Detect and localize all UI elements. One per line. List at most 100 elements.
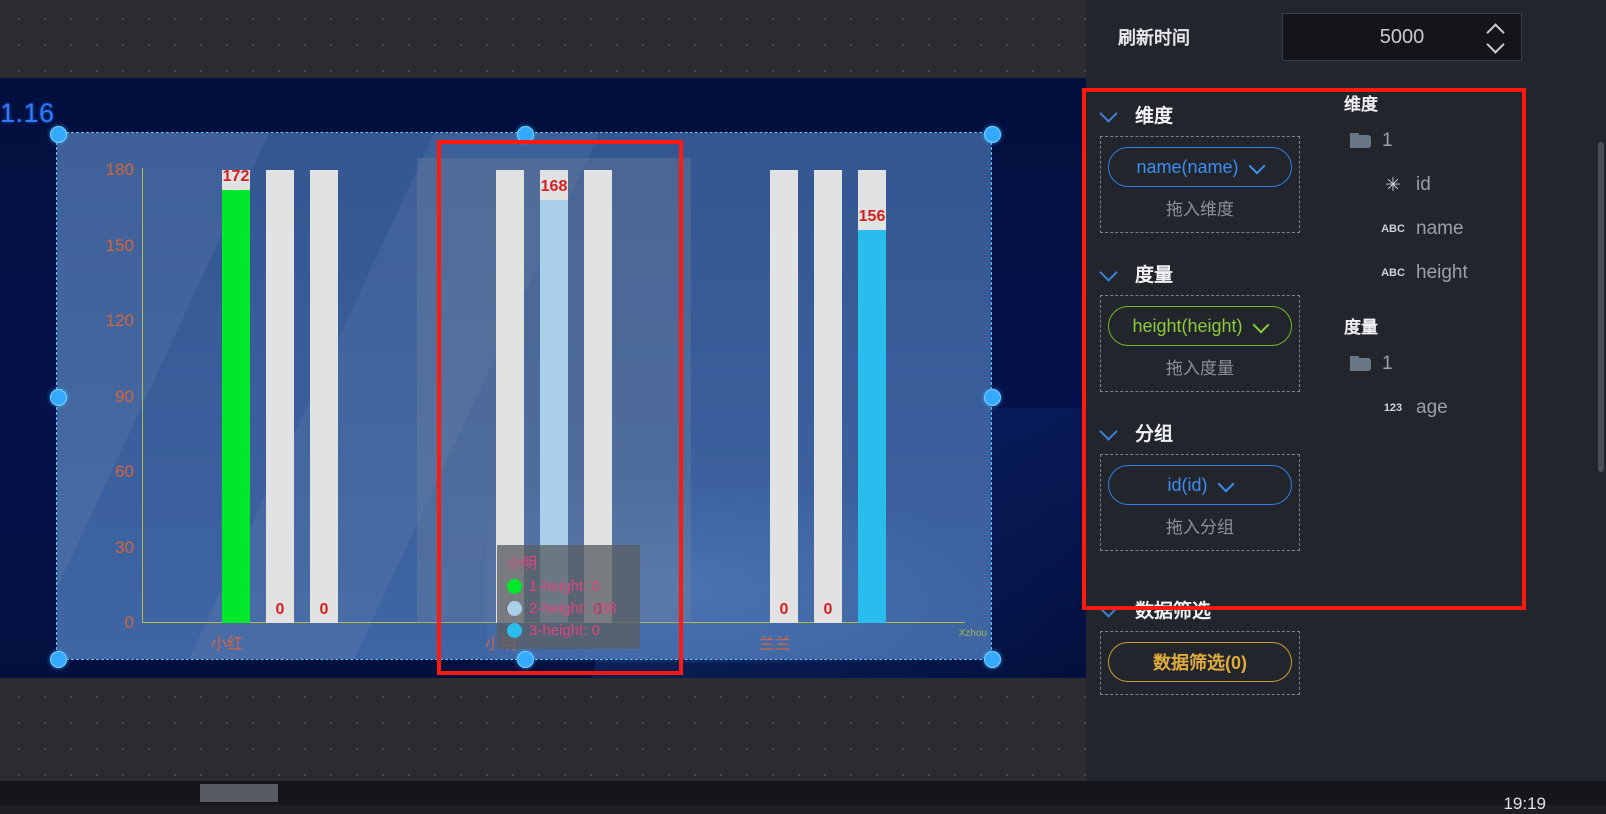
chart-tooltip: 小明 1-height: 0 2-height: 168 3-height: 0 [497, 545, 640, 649]
measure-field-list: 123 age [1344, 386, 1606, 430]
selection-handle-mid-left[interactable] [50, 389, 67, 406]
bar-value-label: 0 [275, 601, 285, 618]
y-tick-label: 150 [105, 235, 134, 255]
chevron-down-icon[interactable] [1249, 163, 1264, 172]
tooltip-row: 2-height: 168 [507, 600, 630, 617]
refresh-interval-label: 刷新时间 [1118, 28, 1190, 48]
pill-label-measure: height(height) [1132, 315, 1243, 336]
field-item[interactable]: ABC name [1344, 207, 1606, 251]
refresh-interval-row: 刷新时间 5000 [1086, 0, 1606, 74]
tooltip-series-text: 1-height: 0 [529, 578, 600, 595]
y-tick-label: 0 [124, 613, 134, 632]
pill-label-dimension: name(name) [1136, 156, 1239, 177]
shelf-header-dimension[interactable]: 维度 [1086, 92, 1336, 136]
shelf-header-group[interactable]: 分组 [1086, 410, 1336, 454]
field-folder-dimension[interactable]: 1 [1344, 119, 1606, 163]
bar[interactable]: 0 [814, 158, 842, 623]
dropzone-hint-dimension: 拖入维度 [1166, 200, 1234, 219]
dropzone-group[interactable]: id(id) 拖入分组 [1100, 454, 1300, 551]
dropzone-measure[interactable]: height(height) 拖入度量 [1100, 295, 1300, 392]
pill-dimension[interactable]: name(name) [1108, 147, 1292, 187]
pill-group[interactable]: id(id) [1108, 465, 1292, 505]
bar[interactable]: 0 [266, 158, 294, 623]
tooltip-series-dot [507, 601, 522, 616]
x-tick-label: 小红 [210, 636, 244, 653]
selection-handle-bottom-left[interactable] [50, 651, 67, 668]
selection-handle-top-left[interactable] [50, 126, 67, 143]
refresh-interval-input[interactable]: 5000 [1282, 13, 1522, 61]
pill-measure[interactable]: height(height) [1108, 306, 1292, 346]
shelf-filter: 数据筛选数据筛选(0) [1086, 587, 1336, 695]
tooltip-rows: 1-height: 0 2-height: 168 3-height: 0 [507, 578, 630, 639]
taskbar-clock: 19:19 [1503, 794, 1546, 813]
field-name: age [1416, 397, 1448, 418]
bar-value-label: 0 [779, 601, 789, 618]
field-folder-dimension-label: 1 [1382, 130, 1393, 151]
shelf-header-measure[interactable]: 度量 [1086, 251, 1336, 295]
field-name: name [1416, 218, 1464, 239]
chevron-down-icon[interactable] [1218, 481, 1233, 490]
selection-handle-bottom-center[interactable] [517, 651, 534, 668]
field-folder-measure[interactable]: 1 [1344, 342, 1606, 386]
tooltip-row: 3-height: 0 [507, 622, 630, 639]
field-name: id [1416, 174, 1431, 195]
chevron-down-icon[interactable] [1100, 427, 1117, 437]
bar-group[interactable]: 172 0 0 [143, 158, 417, 623]
tooltip-series-text: 2-height: 168 [529, 600, 617, 617]
tooltip-series-text: 3-height: 0 [529, 622, 600, 639]
chevron-down-icon[interactable] [1100, 268, 1117, 278]
y-tick-label: 60 [115, 462, 134, 481]
pill-filter[interactable]: 数据筛选(0) [1108, 642, 1292, 682]
dropzone-filter[interactable]: 数据筛选(0) [1100, 631, 1300, 695]
shelf-title-dimension: 维度 [1135, 105, 1174, 127]
chevron-down-icon[interactable] [1100, 604, 1117, 614]
canvas-dot-grid-bottom [0, 678, 1086, 781]
chevron-up-icon[interactable] [1487, 25, 1505, 35]
bar-value-label: 172 [222, 168, 250, 186]
shelf-dimension: 维度 name(name) 拖入维度 [1086, 92, 1336, 233]
field-group-dimension-title: 维度 [1344, 95, 1378, 114]
properties-panel[interactable]: 刷新时间 5000 维度 name(name) 拖入维度 度量 height(heigh… [1086, 0, 1606, 805]
taskbar-item[interactable] [200, 784, 278, 802]
bar-group[interactable]: 0 0 156 [691, 158, 965, 623]
selection-handle-bottom-right[interactable] [984, 651, 1001, 668]
bar[interactable]: 156 [858, 158, 886, 623]
field-type-icon: 123 [1383, 402, 1403, 414]
panel-scrollbar[interactable] [1598, 142, 1604, 472]
taskbar[interactable]: 19:19 [0, 781, 1606, 813]
dropzone-dimension[interactable]: name(name) 拖入维度 [1100, 136, 1300, 233]
shelf-title-group: 分组 [1135, 423, 1174, 445]
design-canvas[interactable]: 1.16 0306090120150180 172000168000156 小红… [0, 0, 1086, 805]
bar[interactable]: 172 [222, 158, 250, 623]
refresh-interval-value: 5000 [1379, 25, 1425, 48]
y-tick-label: 30 [115, 537, 134, 557]
y-tick-label: 90 [115, 386, 134, 406]
chevron-down-icon[interactable] [1100, 109, 1117, 119]
selection-handle-top-right[interactable] [984, 126, 1001, 143]
bar[interactable]: 0 [770, 158, 798, 623]
chevron-down-icon[interactable] [1487, 40, 1505, 50]
chevron-down-icon[interactable] [1253, 322, 1268, 331]
field-item[interactable]: ✳ id [1344, 163, 1606, 207]
bar-track [770, 170, 798, 623]
field-folder-measure-label: 1 [1382, 353, 1393, 374]
x-tick-label: 兰兰 [758, 636, 792, 653]
folder-icon [1350, 133, 1372, 149]
selection-handle-mid-right[interactable] [984, 389, 1001, 406]
shelf-header-filter[interactable]: 数据筛选 [1086, 587, 1336, 631]
field-item[interactable]: 123 age [1344, 386, 1606, 430]
spinner-arrows[interactable] [1487, 14, 1505, 60]
field-item[interactable]: ABC height [1344, 251, 1606, 295]
field-type-icon: ABC [1381, 223, 1405, 235]
bar-track [310, 170, 338, 623]
bar-value-label: 0 [319, 601, 329, 618]
bar-value-label: 156 [858, 208, 886, 226]
bar[interactable]: 0 [310, 158, 338, 623]
bar-track [266, 170, 294, 623]
chart-widget[interactable]: 0306090120150180 172000168000156 小红小明兰兰 … [56, 132, 1007, 663]
shelf-group: 分组 id(id) 拖入分组 [1086, 410, 1336, 551]
selection-handle-top-center[interactable] [517, 126, 534, 143]
folder-icon [1350, 356, 1372, 372]
dimension-field-list: ✳ id ABC name ABC height [1344, 163, 1606, 295]
pill-label-filter: 数据筛选(0) [1153, 653, 1247, 673]
